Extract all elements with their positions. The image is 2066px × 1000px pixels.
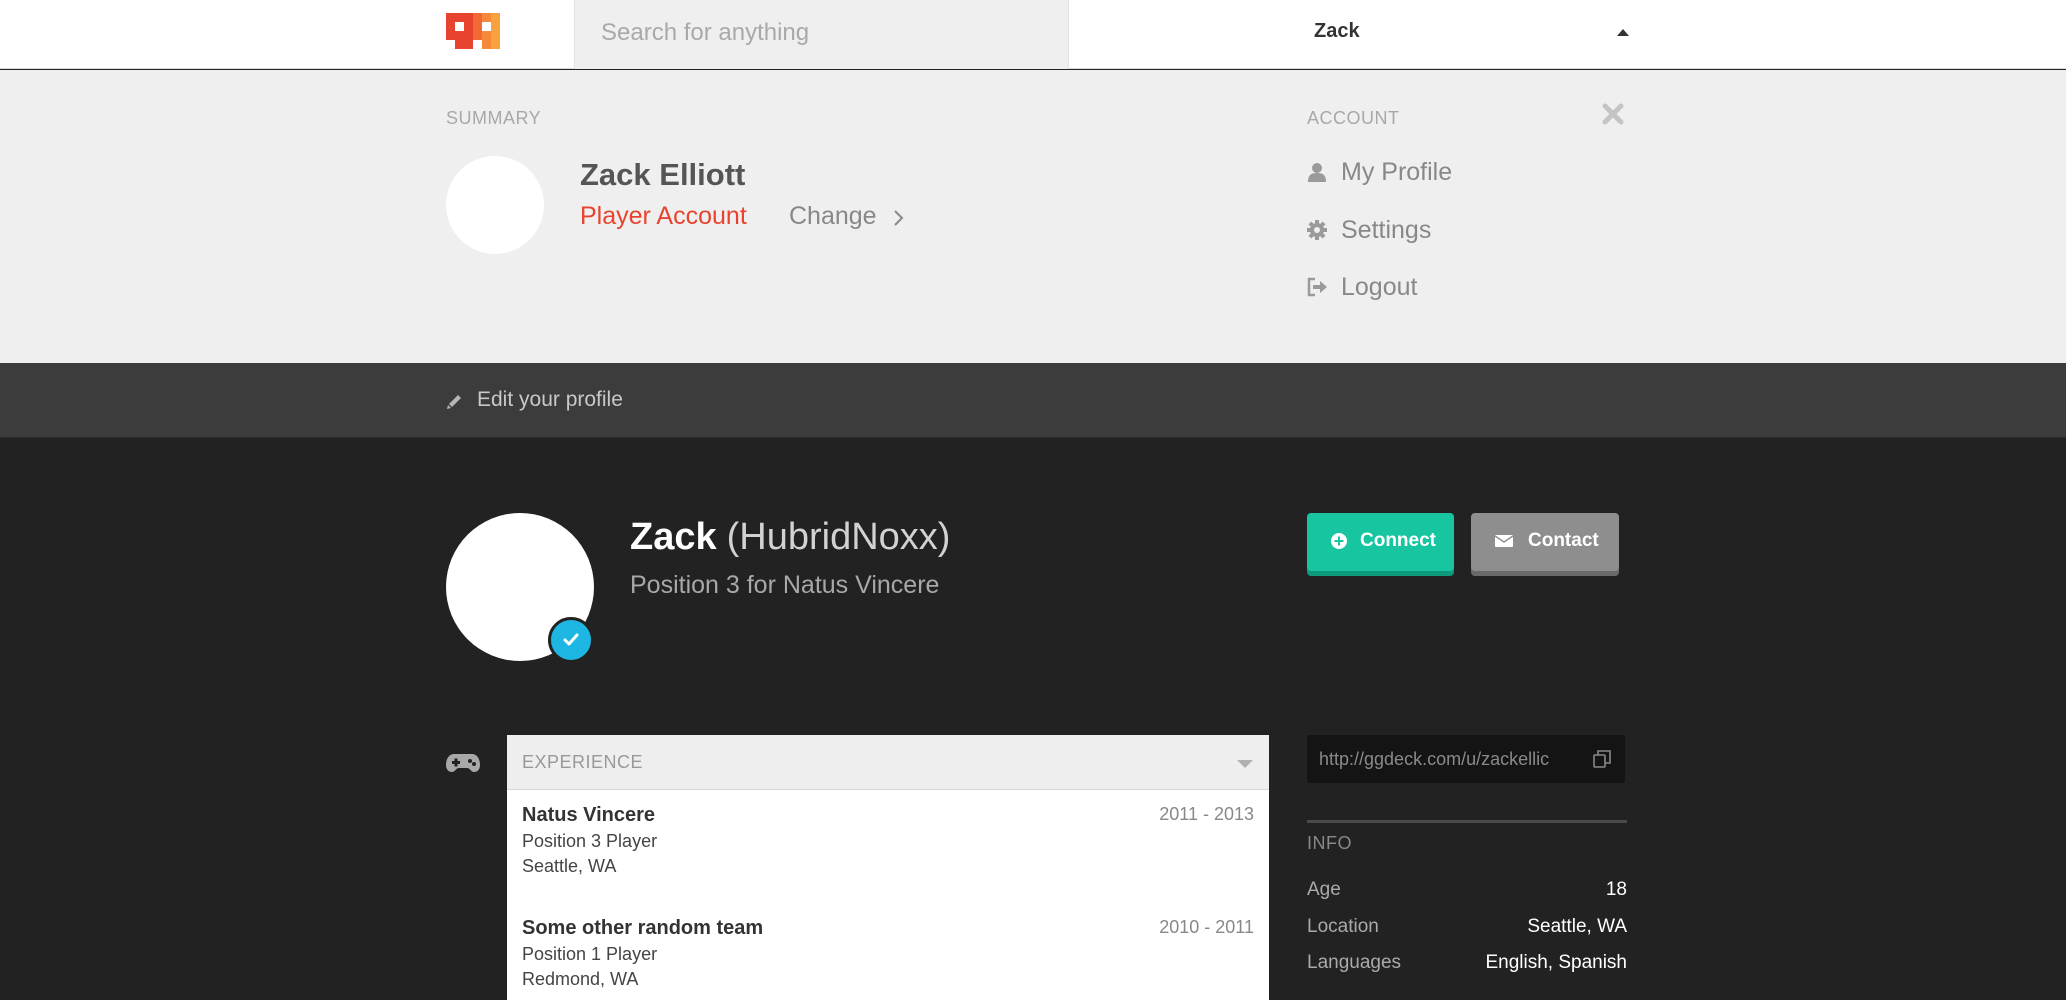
experience-card: EXPERIENCE Natus Vincere Position 3 Play… bbox=[507, 735, 1269, 1000]
connect-label: Connect bbox=[1360, 530, 1436, 551]
gamepad-icon bbox=[446, 754, 480, 772]
experience-location: Redmond, WA bbox=[522, 969, 639, 989]
envelope-icon bbox=[1495, 535, 1513, 547]
contact-label: Contact bbox=[1528, 530, 1599, 551]
experience-header[interactable]: EXPERIENCE bbox=[507, 735, 1269, 790]
profile-handle: (HubridNoxx) bbox=[726, 516, 951, 558]
info-row-location: Location Seattle, WA bbox=[1307, 916, 1627, 942]
experience-team: Some other random team bbox=[522, 917, 764, 939]
user-menu-name: Zack bbox=[1314, 20, 1360, 42]
experience-role: Position 1 Player bbox=[522, 944, 658, 964]
pencil-icon bbox=[447, 395, 461, 409]
profile-url-text: http://ggdeck.com/u/zackellic bbox=[1319, 749, 1550, 769]
change-account-link[interactable]: Change bbox=[789, 202, 877, 231]
info-value: Seattle, WA bbox=[1527, 916, 1627, 937]
experience-team: Natus Vincere bbox=[522, 804, 656, 826]
edit-profile-label: Edit your profile bbox=[477, 388, 623, 411]
profile-name: Zack (HubridNoxx) bbox=[630, 516, 950, 559]
experience-entry: Natus Vincere Position 3 Player Seattle,… bbox=[522, 804, 1254, 894]
summary-label: SUMMARY bbox=[446, 108, 542, 128]
info-key: Location bbox=[1307, 916, 1379, 937]
info-value: English, Spanish bbox=[1485, 952, 1627, 973]
experience-dates: 2011 - 2013 bbox=[1159, 804, 1254, 824]
info-label: INFO bbox=[1307, 833, 1352, 853]
contact-button[interactable]: Contact bbox=[1471, 513, 1619, 571]
profile-main: Zack (HubridNoxx) Position 3 for Natus Vi… bbox=[0, 438, 2066, 1000]
experience-label: EXPERIENCE bbox=[522, 752, 644, 772]
profile-url-field[interactable]: http://ggdeck.com/u/zackellic bbox=[1307, 735, 1625, 783]
experience-role: Position 3 Player bbox=[522, 831, 658, 851]
user-menu-toggle[interactable]: Zack bbox=[1069, 0, 1629, 69]
connect-button[interactable]: Connect bbox=[1307, 513, 1454, 571]
edit-profile-bar: Edit your profile bbox=[0, 363, 2066, 438]
summary-avatar[interactable] bbox=[446, 156, 544, 254]
user-icon bbox=[1308, 163, 1326, 182]
menu-item-label: Settings bbox=[1341, 216, 1432, 244]
experience-entry: Some other random team Position 1 Player… bbox=[522, 917, 1254, 1000]
check-icon bbox=[563, 633, 579, 646]
plus-circle-icon bbox=[1331, 533, 1347, 549]
logout-icon bbox=[1307, 277, 1327, 297]
menu-item-label: Logout bbox=[1341, 273, 1418, 301]
caret-up-icon bbox=[1617, 29, 1629, 36]
account-label: ACCOUNT bbox=[1307, 108, 1400, 128]
gg-logo-icon[interactable] bbox=[446, 13, 500, 51]
info-divider bbox=[1307, 820, 1627, 823]
info-key: Age bbox=[1307, 879, 1341, 900]
experience-dates: 2010 - 2011 bbox=[1159, 917, 1254, 937]
info-key: Languages bbox=[1307, 952, 1402, 973]
top-bar: Search for anything Zack bbox=[0, 0, 2066, 69]
close-icon[interactable] bbox=[1601, 102, 1625, 126]
account-dropdown-panel: SUMMARY Zack Elliott Player Account Chan… bbox=[0, 70, 2066, 363]
search-placeholder: Search for anything bbox=[601, 19, 810, 46]
chevron-right-icon[interactable] bbox=[893, 209, 904, 227]
verified-badge bbox=[548, 617, 594, 663]
info-row-languages: Languages English, Spanish bbox=[1307, 952, 1627, 978]
info-value: 18 bbox=[1605, 879, 1627, 900]
gear-icon bbox=[1307, 220, 1327, 240]
menu-item-label: My Profile bbox=[1341, 158, 1453, 186]
account-type: Player Account bbox=[580, 202, 747, 230]
profile-subtitle: Position 3 for Natus Vincere bbox=[630, 571, 940, 599]
search-input[interactable]: Search for anything bbox=[574, 0, 1069, 69]
info-row-age: Age 18 bbox=[1307, 879, 1627, 905]
profile-first-name: Zack bbox=[630, 516, 717, 558]
summary-name: Zack Elliott bbox=[580, 157, 746, 192]
experience-location: Seattle, WA bbox=[522, 856, 617, 876]
caret-down-icon[interactable] bbox=[1237, 760, 1253, 768]
copy-icon[interactable] bbox=[1593, 750, 1611, 768]
